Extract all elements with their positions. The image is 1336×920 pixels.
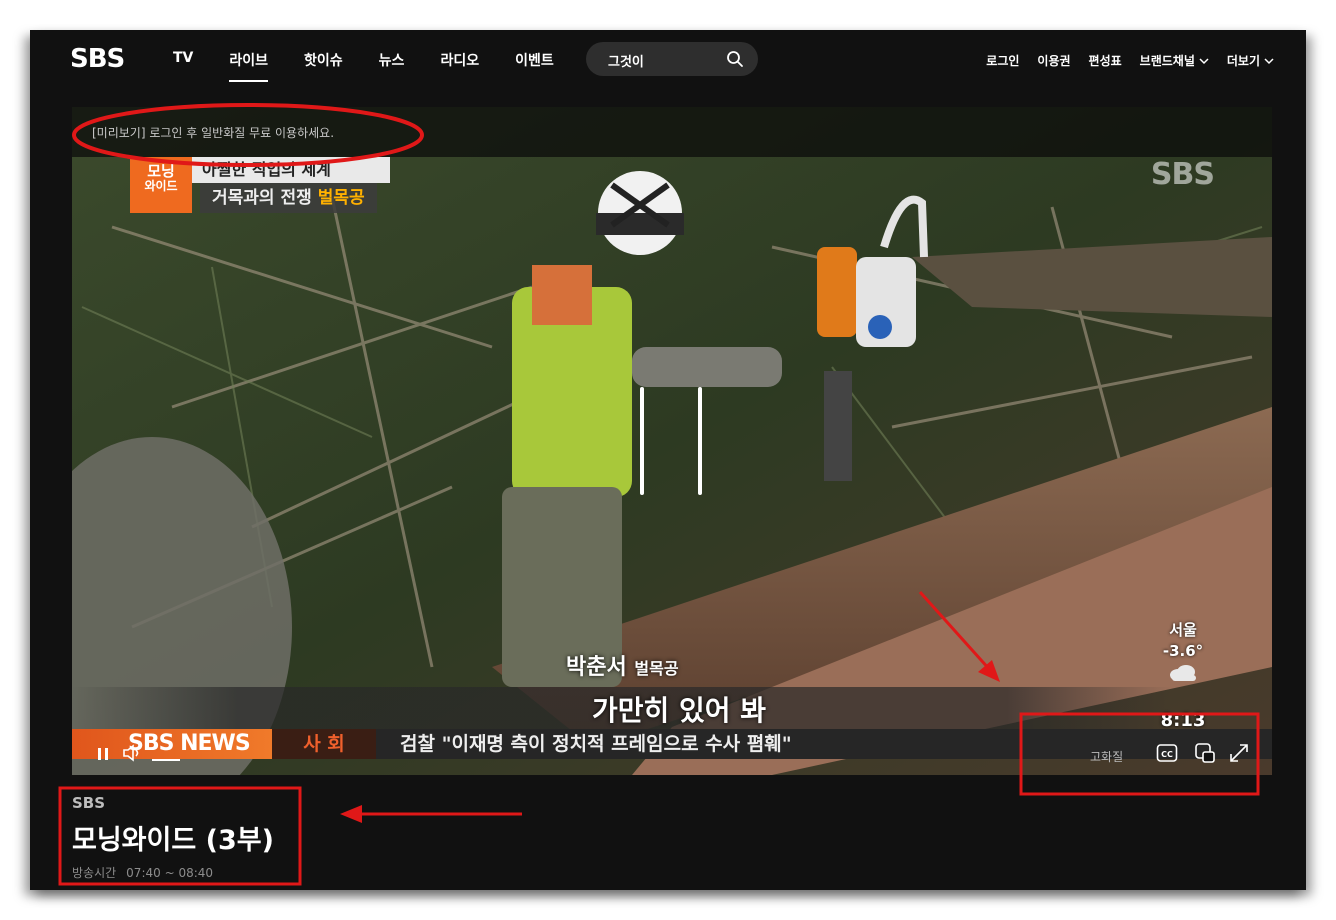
closed-caption-icon[interactable]: CC <box>1156 743 1178 763</box>
channel-watermark: SBS <box>1150 157 1215 192</box>
search-icon[interactable] <box>726 50 744 68</box>
utility-menu: 로그인 이용권 편성표 브랜드채널 더보기 <box>968 52 1274 69</box>
picture-in-picture-icon[interactable] <box>1194 742 1216 764</box>
volume-slider[interactable] <box>152 759 180 761</box>
page-frame: SBS TV 라이브 핫이슈 뉴스 라디오 이벤트 로그인 이용권 편성표 브랜… <box>30 30 1306 890</box>
top-caption-subtitle: 거목과의 전쟁 벌목공 <box>200 183 377 213</box>
top-caption-title: 아찔한 직업의 세계 <box>192 157 390 183</box>
pass-link[interactable]: 이용권 <box>1037 52 1070 69</box>
video-player[interactable]: [미리보기] 로그인 후 일반화질 무료 이용하세요. 모닝 와이드 아찔한 직… <box>72 107 1272 775</box>
center-pause-icon-left[interactable] <box>640 387 644 495</box>
speaker-caption: 박춘서 벌목공 <box>566 655 679 680</box>
login-link[interactable]: 로그인 <box>986 52 1019 69</box>
main-nav: TV 라이브 핫이슈 뉴스 라디오 이벤트 <box>173 50 590 82</box>
nav-tv[interactable]: TV <box>173 50 193 76</box>
pause-icon[interactable] <box>96 747 110 761</box>
quality-selector[interactable]: 고화질 <box>1090 748 1123 765</box>
nav-news[interactable]: 뉴스 <box>379 50 405 76</box>
broadcast-time: 방송시간 07:40 ~ 08:40 <box>72 866 214 880</box>
schedule-link[interactable]: 편성표 <box>1089 52 1122 69</box>
cloud-icon <box>1170 665 1196 681</box>
nav-event[interactable]: 이벤트 <box>515 50 554 76</box>
program-channel: SBS <box>72 794 106 812</box>
nav-radio[interactable]: 라디오 <box>440 50 479 76</box>
preview-notice: [미리보기] 로그인 후 일반화질 무료 이용하세요. <box>92 126 335 140</box>
news-headline: 검찰 "이재명 측이 정치적 프레임으로 수사 폄훼" <box>400 733 792 755</box>
program-title: 모닝와이드 (3부) <box>72 825 274 856</box>
weather-widget: 서울 -3.6° 8:13 <box>1160 621 1206 731</box>
news-category: 사 회 <box>272 729 376 759</box>
program-tag: 모닝 와이드 <box>130 157 192 213</box>
fullscreen-icon[interactable] <box>1228 742 1250 764</box>
nav-hot-issue[interactable]: 핫이슈 <box>304 50 343 76</box>
sbs-logo[interactable]: SBS <box>70 44 125 74</box>
chevron-down-icon <box>1264 57 1274 64</box>
more-menu[interactable]: 더보기 <box>1227 52 1274 69</box>
brand-channel-menu[interactable]: 브랜드채널 <box>1140 52 1209 69</box>
subtitle-quote: 가만히 있어 봐 <box>592 694 767 727</box>
center-pause-icon-right[interactable] <box>698 387 702 495</box>
volume-icon[interactable] <box>122 743 144 763</box>
chevron-down-icon <box>1199 57 1209 64</box>
nav-live[interactable]: 라이브 <box>229 50 268 82</box>
search-box[interactable] <box>586 42 758 76</box>
search-input[interactable] <box>606 50 730 70</box>
svg-text:CC: CC <box>1161 750 1173 759</box>
